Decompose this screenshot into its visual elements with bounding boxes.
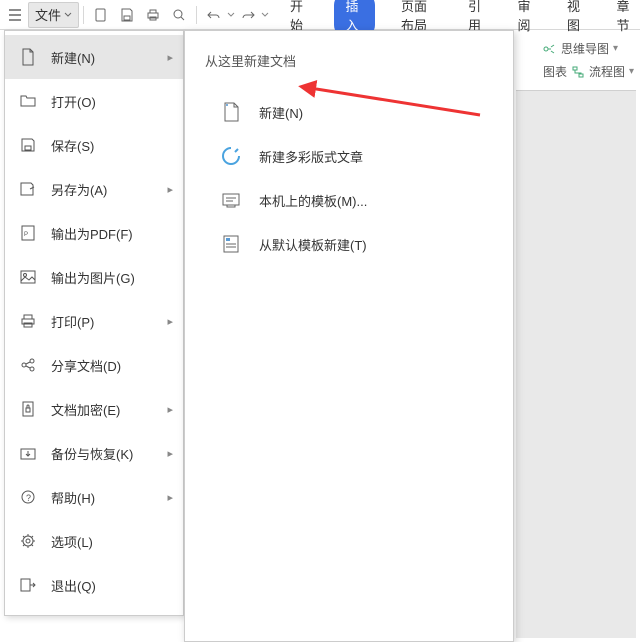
- flowchart-label: 流程图: [589, 65, 625, 79]
- submenu-arrow-icon: ▸: [167, 315, 173, 328]
- right-tools-panel: 思维导图▾ 图表 流程图▾: [543, 32, 634, 88]
- open-icon: [19, 92, 37, 110]
- menu-item-label: 打印(P): [51, 312, 94, 331]
- menu-item-pdf[interactable]: P 输出为PDF(F): [5, 211, 183, 255]
- menu-item-label: 帮助(H): [51, 488, 95, 507]
- menu-item-label: 选项(L): [51, 532, 93, 551]
- submenu-arrow-icon: ▸: [167, 403, 173, 416]
- menu-item-image[interactable]: 输出为图片(G): [5, 255, 183, 299]
- menu-item-print[interactable]: 打印(P) ▸: [5, 299, 183, 343]
- svg-text:?: ?: [26, 493, 31, 503]
- submenu-item-label: 新建多彩版式文章: [259, 147, 363, 166]
- default-template-icon: [221, 234, 241, 254]
- encrypt-icon: [19, 400, 37, 418]
- blank-doc-icon: [221, 102, 241, 122]
- submenu-arrow-icon: ▸: [167, 183, 173, 196]
- submenu-arrow-icon: ▸: [167, 447, 173, 460]
- share-icon: [19, 356, 37, 374]
- menu-item-backup[interactable]: 备份与恢复(K) ▸: [5, 431, 183, 475]
- chart-label: 图表: [543, 65, 567, 79]
- print-icon: [19, 312, 37, 330]
- image-icon: [19, 268, 37, 286]
- menu-item-label: 退出(Q): [51, 576, 96, 595]
- mindmap-button[interactable]: 思维导图▾: [543, 40, 634, 57]
- menu-item-label: 保存(S): [51, 136, 94, 155]
- menu-item-open[interactable]: 打开(O): [5, 79, 183, 123]
- chart-flowchart-row: 图表 流程图▾: [543, 63, 634, 80]
- submenu-item-label: 本机上的模板(M)...: [259, 191, 367, 210]
- file-menu-dropdown: 新建(N) ▸ 打开(O) 保存(S) 另存为(A) ▸ P 输出为PDF(F)…: [4, 30, 184, 616]
- tab-review[interactable]: 审阅: [511, 0, 541, 36]
- new-doc-icon: [19, 48, 37, 66]
- submenu-title: 从这里新建文档: [199, 51, 499, 70]
- submenu-arrow-icon: ▸: [167, 491, 173, 504]
- tab-chapter[interactable]: 章节: [610, 0, 640, 36]
- menu-item-label: 备份与恢复(K): [51, 444, 133, 463]
- menu-item-options[interactable]: 选项(L): [5, 519, 183, 563]
- tab-view[interactable]: 视图: [561, 0, 591, 36]
- menu-item-saveas[interactable]: 另存为(A) ▸: [5, 167, 183, 211]
- colorful-doc-icon: [221, 146, 241, 166]
- menu-item-label: 输出为PDF(F): [51, 224, 133, 243]
- menu-item-label: 文档加密(E): [51, 400, 120, 419]
- menu-item-label: 输出为图片(G): [51, 268, 135, 287]
- mindmap-label: 思维导图: [561, 40, 609, 57]
- exit-icon: [19, 576, 37, 594]
- new-submenu-panel: 从这里新建文档 新建(N) 新建多彩版式文章 本机上的模板(M)... 从默认模…: [184, 30, 514, 642]
- menu-item-label: 新建(N): [51, 48, 95, 67]
- document-canvas: [516, 90, 636, 638]
- menu-item-label: 打开(O): [51, 92, 96, 111]
- submenu-item-new-blank[interactable]: 新建(N): [199, 90, 499, 134]
- menu-item-label: 另存为(A): [51, 180, 107, 199]
- menu-item-new[interactable]: 新建(N) ▸: [5, 35, 183, 79]
- local-template-icon: [221, 190, 241, 210]
- saveas-icon: [19, 180, 37, 198]
- menu-item-share[interactable]: 分享文档(D): [5, 343, 183, 387]
- submenu-item-default-template[interactable]: 从默认模板新建(T): [199, 222, 499, 266]
- menu-item-help[interactable]: ? 帮助(H) ▸: [5, 475, 183, 519]
- submenu-item-label: 从默认模板新建(T): [259, 235, 367, 254]
- menu-item-encrypt[interactable]: 文档加密(E) ▸: [5, 387, 183, 431]
- submenu-item-colorful[interactable]: 新建多彩版式文章: [199, 134, 499, 178]
- menu-item-exit[interactable]: 退出(Q): [5, 563, 183, 607]
- mindmap-icon: [543, 42, 557, 56]
- save-icon: [19, 136, 37, 154]
- menu-item-label: 分享文档(D): [51, 356, 121, 375]
- help-icon: ?: [19, 488, 37, 506]
- submenu-arrow-icon: ▸: [167, 51, 173, 64]
- pdf-icon: P: [19, 224, 37, 242]
- backup-icon: [19, 444, 37, 462]
- options-icon: [19, 532, 37, 550]
- menu-item-save[interactable]: 保存(S): [5, 123, 183, 167]
- flowchart-button[interactable]: 流程图: [589, 63, 625, 80]
- chart-button[interactable]: 图表: [543, 63, 567, 80]
- svg-text:P: P: [24, 232, 28, 238]
- ribbon-tabs: 开始 插入 页面布局 引用 审阅 视图 章节: [0, 2, 640, 28]
- submenu-item-label: 新建(N): [259, 103, 303, 122]
- flowchart-icon: [571, 65, 585, 79]
- submenu-item-local-template[interactable]: 本机上的模板(M)...: [199, 178, 499, 222]
